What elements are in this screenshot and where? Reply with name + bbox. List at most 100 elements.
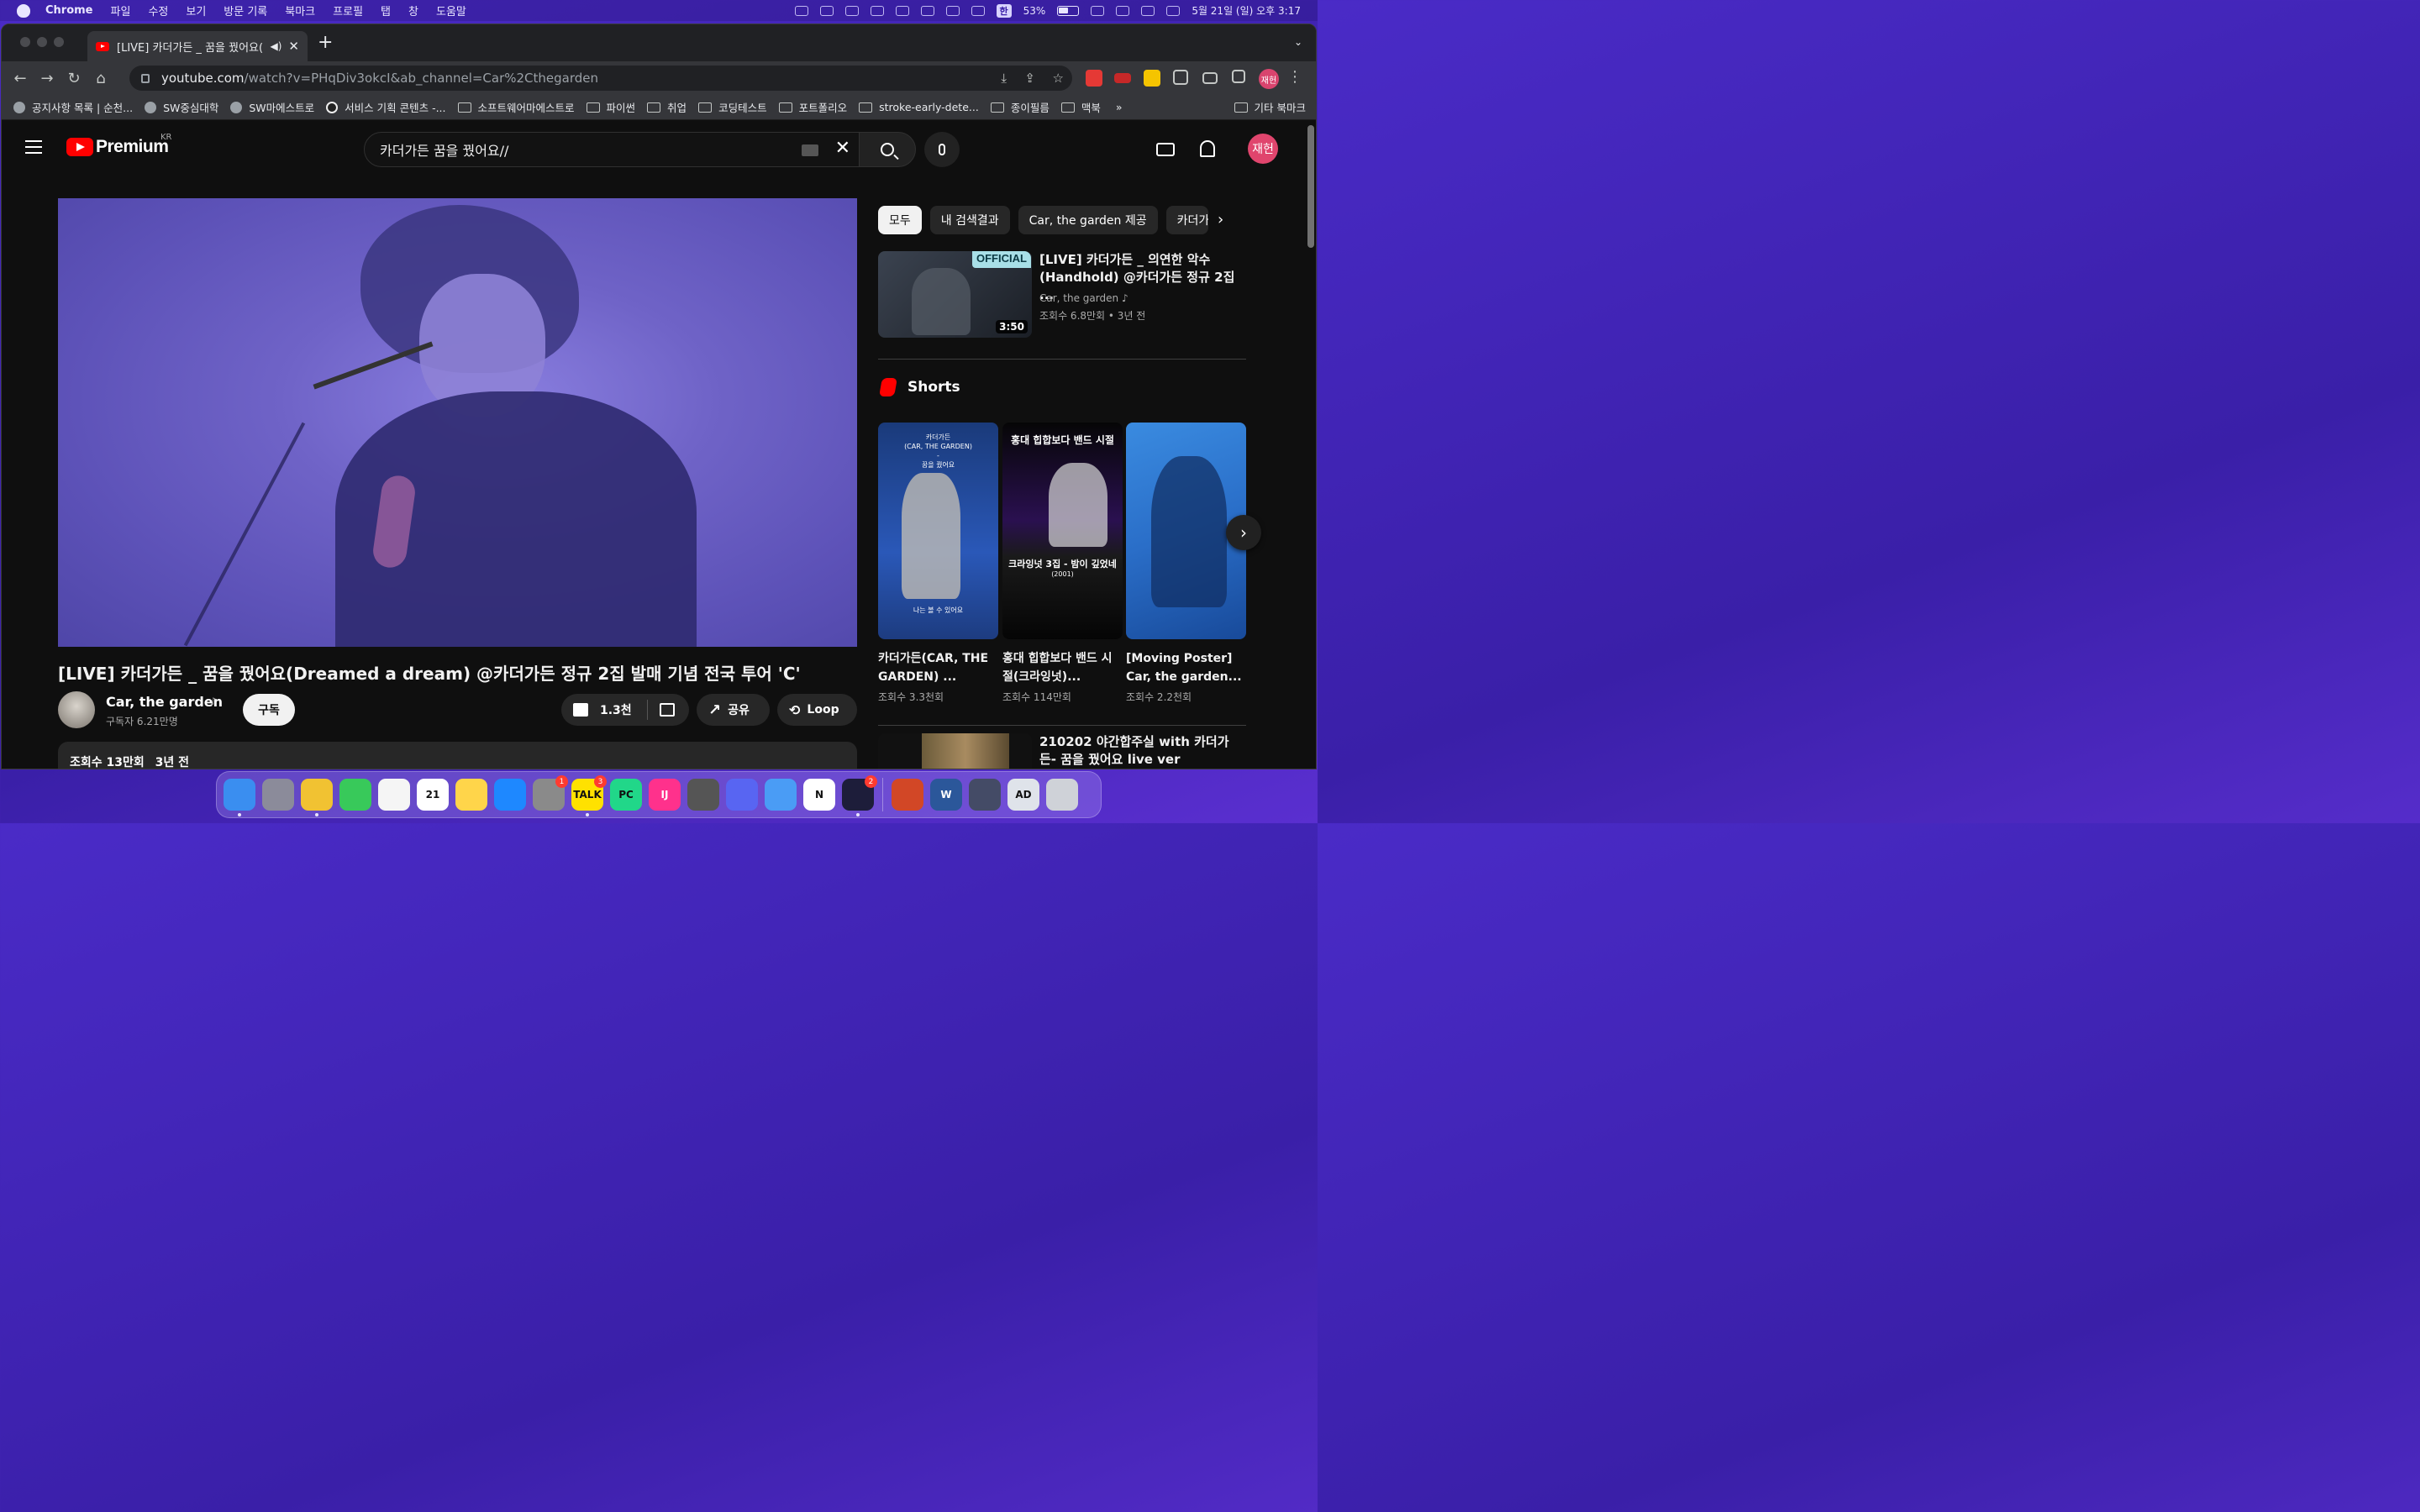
- create-video-icon[interactable]: [1156, 143, 1175, 156]
- menu-view[interactable]: 보기: [186, 3, 206, 18]
- channel-avatar[interactable]: [58, 691, 95, 728]
- mail-icon[interactable]: [765, 779, 797, 811]
- menu-history[interactable]: 방문 기록: [224, 3, 267, 18]
- apple-menu-icon[interactable]: [17, 3, 30, 18]
- bookmark-folder[interactable]: 파이썬: [586, 99, 635, 115]
- chrome-menu-icon[interactable]: ⋮: [1287, 68, 1302, 86]
- search-button[interactable]: [859, 132, 916, 167]
- minimize-window-icon[interactable]: [37, 37, 47, 47]
- extension-red-icon[interactable]: [1114, 73, 1131, 83]
- guide-menu-icon[interactable]: [25, 140, 42, 154]
- bookmark-item[interactable]: SW마에스트로: [230, 99, 314, 115]
- chip-all[interactable]: 모두: [878, 206, 922, 234]
- preview-icon[interactable]: AD: [1007, 779, 1039, 811]
- alfred-status-icon[interactable]: [870, 5, 884, 16]
- bookmarks-overflow-button[interactable]: »: [1116, 101, 1123, 113]
- page-scrollbar[interactable]: [1307, 125, 1314, 248]
- notion-icon[interactable]: N: [803, 779, 835, 811]
- account-avatar[interactable]: 재헌: [1248, 134, 1278, 164]
- close-window-icon[interactable]: [20, 37, 30, 47]
- calendar-icon[interactable]: 21: [417, 779, 449, 811]
- bluetooth-icon[interactable]: [945, 5, 960, 16]
- address-bar[interactable]: youtube.com/watch?v=PHqDiv3okcI&ab_chann…: [129, 66, 1072, 91]
- spotlight-icon[interactable]: [1116, 5, 1130, 16]
- tab-youtube[interactable]: [LIVE] 카더가든 _ 꿈을 꿨어요( ◀) ✕: [87, 31, 308, 61]
- short-thumbnail[interactable]: 카더가든 (CAR, THE GARDEN) - 꿈을 꿨어요 나는 볼 수 있…: [878, 423, 998, 639]
- bookmark-item[interactable]: 공지사항 목록 | 순천...: [13, 99, 133, 115]
- voice-search-button[interactable]: [924, 132, 960, 167]
- menu-window[interactable]: 창: [408, 3, 418, 18]
- side-panel-icon[interactable]: [1232, 70, 1245, 83]
- calculator-icon[interactable]: [687, 779, 719, 811]
- related-video-title[interactable]: 210202 야간합주실 with 카더가든- 꿈을 꿨어요 live ver: [1039, 733, 1241, 769]
- extension-lastpass-icon[interactable]: [1086, 70, 1102, 87]
- video-thumbnail[interactable]: OFFICIAL 3:50: [878, 251, 1032, 338]
- video-thumbnail[interactable]: [878, 733, 1032, 769]
- shorts-next-button[interactable]: ›: [1226, 515, 1261, 550]
- kakaotalk-icon[interactable]: TALK 3: [571, 775, 607, 816]
- lock-icon[interactable]: [141, 73, 150, 83]
- word-icon[interactable]: W: [930, 779, 962, 811]
- bookmark-folder[interactable]: 취업: [647, 99, 687, 115]
- loop-button[interactable]: ⟲ Loop: [777, 694, 857, 726]
- media-status-icon[interactable]: [844, 5, 859, 16]
- pycharm-icon[interactable]: PC: [610, 779, 642, 811]
- reading-list-icon[interactable]: [1202, 72, 1218, 84]
- keyboard-icon[interactable]: [802, 144, 818, 156]
- clear-search-icon[interactable]: ✕: [835, 138, 850, 159]
- bookmark-star-icon[interactable]: ☆: [1053, 71, 1064, 86]
- close-tab-icon[interactable]: ✕: [288, 39, 299, 54]
- search-input[interactable]: 카더가든 꿈을 꿨어요// ✕: [364, 132, 860, 167]
- airdrop-status-icon[interactable]: [920, 5, 934, 16]
- short-title[interactable]: [Moving Poster] Car, the garden...: [1126, 649, 1246, 686]
- share-page-icon[interactable]: ⇪: [1024, 71, 1035, 86]
- chip-cardigarden[interactable]: 카더가: [1165, 206, 1208, 234]
- home-button[interactable]: ⌂: [92, 70, 109, 87]
- chips-next-chevron-icon[interactable]: ›: [1218, 211, 1223, 228]
- finder-icon[interactable]: [224, 779, 255, 816]
- powerpoint-icon[interactable]: [892, 779, 923, 811]
- install-app-icon[interactable]: ⤓: [1001, 71, 1007, 86]
- bookmark-folder[interactable]: 소프트웨어마에스트로: [457, 99, 575, 115]
- photos-icon[interactable]: [378, 779, 410, 811]
- back-button[interactable]: ←: [12, 70, 29, 87]
- bookmark-item[interactable]: 서비스 기획 콘텐츠 -...: [326, 99, 446, 115]
- display-status-icon[interactable]: [895, 5, 909, 16]
- speaker-icon[interactable]: ◀): [271, 40, 282, 52]
- input-source-indicator[interactable]: 한: [996, 3, 1012, 18]
- clock[interactable]: 5월 21일 (일) 오후 3:17: [1192, 3, 1301, 18]
- short-thumbnail[interactable]: 홍대 힙합보다 밴드 시절 크라잉넛 3집 - 밤이 깊었네 (2001): [1002, 423, 1123, 639]
- dislike-thumb-icon[interactable]: [659, 703, 675, 717]
- chip-my-searches[interactable]: 내 검색결과: [929, 206, 1010, 234]
- short-title[interactable]: 카더가든(CAR, THE GARDEN) ...: [878, 649, 998, 686]
- keyboard-viewer-icon[interactable]: [969, 779, 1001, 811]
- chip-from-channel[interactable]: Car, the garden 제공: [1018, 206, 1158, 234]
- intellij-icon[interactable]: IJ: [649, 779, 681, 811]
- share-button[interactable]: ↗ 공유: [697, 694, 770, 726]
- system-settings-icon[interactable]: 1: [533, 775, 568, 811]
- like-thumb-icon[interactable]: [573, 703, 588, 717]
- like-count[interactable]: 1.3천: [600, 701, 632, 718]
- trash-icon[interactable]: [1046, 779, 1078, 811]
- menu-app-name[interactable]: Chrome: [45, 4, 93, 17]
- notes-icon[interactable]: [455, 779, 487, 811]
- short-title[interactable]: 홍대 힙합보다 밴드 시절(크라잉넛)...: [1002, 649, 1123, 686]
- menu-edit[interactable]: 수정: [148, 3, 168, 18]
- video-player[interactable]: [58, 198, 857, 647]
- tab-search-chevron-icon[interactable]: ⌄: [1294, 36, 1302, 48]
- siri-icon[interactable]: [1166, 5, 1181, 16]
- subscribe-button[interactable]: 구독: [243, 694, 295, 726]
- new-tab-button[interactable]: +: [318, 34, 333, 52]
- menu-file[interactable]: 파일: [111, 3, 131, 18]
- channel-name[interactable]: Car, the garden: [106, 694, 223, 710]
- forward-button[interactable]: →: [39, 70, 55, 87]
- app-store-icon[interactable]: [494, 779, 526, 811]
- menu-profiles[interactable]: 프로필: [333, 3, 363, 18]
- other-bookmarks-folder[interactable]: 기타 북마크: [1234, 99, 1306, 115]
- description-box[interactable]: 조회수 13만회 3년 전: [58, 742, 857, 769]
- bookmark-folder[interactable]: stroke-early-dete...: [859, 101, 979, 113]
- bookmark-folder[interactable]: 코딩테스트: [698, 99, 767, 115]
- clipboard-status-icon[interactable]: [819, 5, 834, 16]
- wifi-icon[interactable]: [1091, 5, 1105, 16]
- webex-icon[interactable]: 2: [842, 775, 877, 816]
